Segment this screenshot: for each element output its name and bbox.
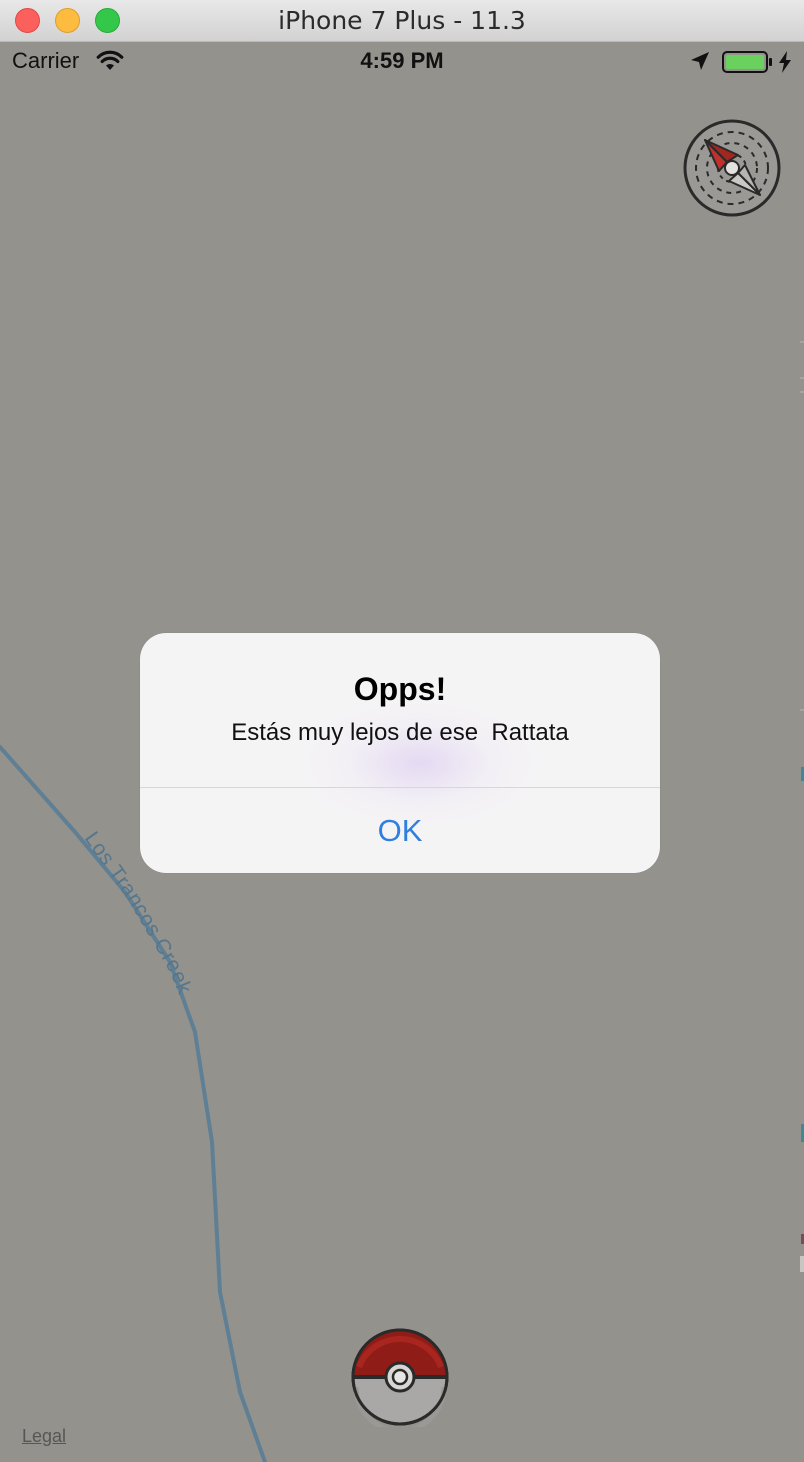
location-arrow-icon (691, 52, 709, 70)
status-bar: Carrier 4:59 PM (0, 42, 804, 82)
map-edge-marker (800, 1256, 804, 1272)
alert-dialog: Opps! Estás muy lejos de ese Rattata OK (140, 633, 660, 873)
alert-ok-button[interactable]: OK (140, 788, 660, 873)
device-screen: Los Trancos Creek Carrier 4:59 PM Opps! … (0, 42, 804, 1462)
compass-icon[interactable] (683, 119, 781, 217)
alert-message: Estás muy lejos de ese Rattata (231, 719, 569, 746)
window-titlebar: iPhone 7 Plus - 11.3 (0, 0, 804, 42)
window-title: iPhone 7 Plus - 11.3 (278, 6, 526, 35)
legal-link[interactable]: Legal (22, 1426, 66, 1447)
charging-bolt-icon (779, 51, 791, 73)
status-time: 4:59 PM (360, 48, 444, 73)
pokeball-icon[interactable] (350, 1327, 450, 1427)
alert-title: Opps! (353, 671, 447, 707)
simulator-window: iPhone 7 Plus - 11.3 Los Trancos Creek C… (0, 0, 804, 1462)
battery-icon (722, 51, 772, 73)
